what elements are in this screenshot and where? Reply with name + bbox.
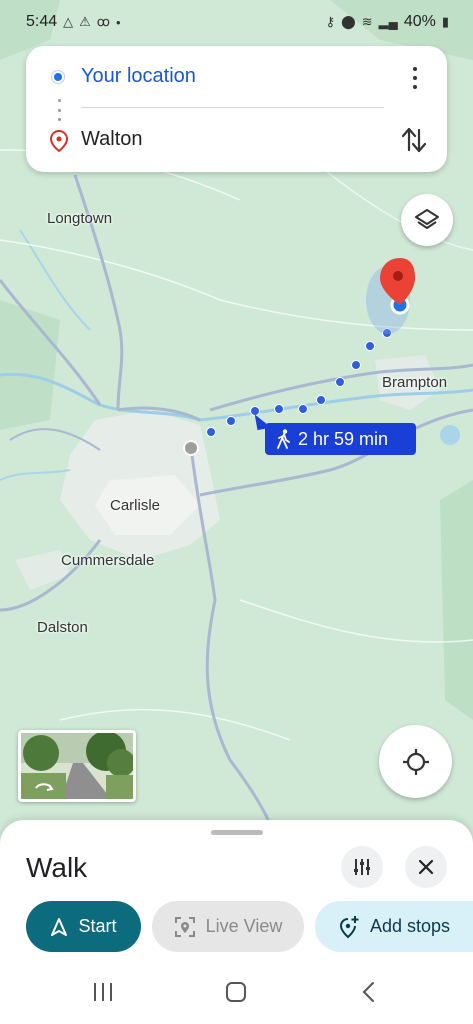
live-view-label: Live View: [205, 916, 283, 936]
destination-field[interactable]: Walton: [81, 128, 143, 151]
sheet-drag-handle[interactable]: [211, 830, 263, 835]
travel-mode-title: Walk: [26, 852, 88, 883]
layers-button[interactable]: [401, 194, 453, 246]
route-dot: [351, 360, 361, 370]
recenter-button[interactable]: [379, 725, 452, 798]
battery-icon: ▮: [441, 14, 449, 29]
route-dot: [365, 341, 375, 351]
clock: 5:44: [26, 13, 58, 30]
route-dot: [274, 404, 284, 414]
add-stops-button[interactable]: Add stops: [315, 901, 473, 952]
route-dot: [206, 427, 216, 437]
route-dot: [316, 395, 326, 405]
place-label-longtown: Longtown: [47, 210, 113, 227]
route-options-button[interactable]: [341, 846, 383, 888]
alert-icon: ⚠: [79, 14, 91, 29]
add-location-icon: [339, 915, 359, 938]
layers-icon: [415, 209, 439, 229]
place-label-carlisle: Carlisle: [110, 497, 161, 514]
key-icon: ⚷: [325, 14, 336, 29]
place-label-brampton: Brampton: [382, 374, 448, 391]
place-label-dalston: Dalston: [37, 619, 88, 636]
swap-icon[interactable]: [399, 124, 429, 156]
signal-icon: ▂▄: [378, 14, 398, 29]
route-dot: [298, 404, 308, 414]
origin-field[interactable]: Your location: [81, 65, 196, 88]
navigation-arrow-icon: [51, 917, 68, 936]
route-duration-chip[interactable]: 2 hr 59 min: [265, 423, 416, 455]
start-navigation-button[interactable]: Start: [26, 901, 141, 952]
recent-apps-icon[interactable]: [92, 980, 114, 1004]
street-view-thumbnail[interactable]: [18, 730, 136, 802]
status-bar: 5:44 △ ⚠ ꝏ • ⚷ ⬤ ≋ ▂▄ 40% ▮: [0, 0, 473, 44]
voicemail-icon: ꝏ: [96, 14, 111, 29]
back-icon[interactable]: [358, 980, 380, 1004]
route-start-point: [183, 440, 199, 456]
dot-icon: •: [116, 14, 121, 30]
destination-pin-icon: [49, 129, 69, 153]
location-status-icon: ⬤: [341, 14, 356, 29]
place-label-cummersdale: Cummersdale: [61, 552, 155, 569]
home-icon[interactable]: [225, 980, 247, 1004]
close-icon: [418, 859, 434, 875]
crosshair-icon: [402, 748, 429, 775]
route-connector: [58, 99, 62, 121]
system-navigation-bar: [0, 964, 473, 1024]
sliders-icon: [354, 859, 370, 875]
battery-text: 40%: [403, 13, 436, 30]
add-stops-label: Add stops: [369, 916, 451, 936]
route-search-card: Your location Walton: [26, 46, 447, 172]
live-view-icon: [174, 916, 195, 937]
wifi-icon: ≋: [361, 14, 373, 29]
start-label: Start: [78, 916, 117, 936]
origin-dot-icon: [52, 71, 64, 83]
duration-text: 2 hr 59 min: [298, 428, 389, 449]
street-view-image: [21, 733, 133, 799]
route-dot: [226, 416, 236, 426]
close-directions-button[interactable]: [405, 846, 447, 888]
live-view-button[interactable]: Live View: [152, 901, 304, 952]
route-dot: [335, 377, 345, 387]
more-options-button[interactable]: [405, 64, 425, 92]
field-divider: [81, 107, 384, 108]
drive-icon: △: [63, 14, 74, 29]
walk-icon: [277, 429, 290, 449]
